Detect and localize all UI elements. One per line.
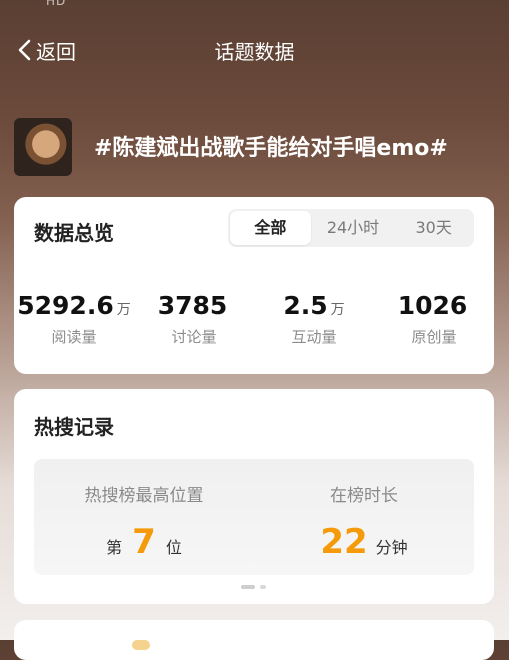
decorative-accent	[132, 640, 150, 650]
stat-label: 原创量	[411, 328, 457, 346]
page-title: 话题数据	[214, 40, 295, 64]
next-card-partial	[14, 620, 494, 660]
highest-position-label: 热搜榜最高位置	[84, 486, 204, 506]
overview-title: 数据总览	[34, 221, 114, 245]
highest-position-block: 热搜榜最高位置 第 7 位	[34, 481, 254, 562]
rank-prefix: 第	[106, 538, 123, 557]
pagination-dots	[241, 585, 266, 589]
status-hd-indicator: HD	[46, 0, 67, 8]
status-bar: HD	[0, 0, 509, 16]
top-navigation-bar: 返回 话题数据	[0, 28, 509, 72]
topic-avatar	[14, 118, 72, 176]
hot-search-title: 热搜记录	[34, 415, 114, 439]
stat-value: 5292.6	[17, 291, 114, 320]
stat-label: 讨论量	[171, 328, 217, 346]
stat-interactions: 2.5 万 互动量	[254, 291, 374, 347]
pagination-dot	[260, 585, 266, 589]
stat-label: 阅读量	[51, 328, 97, 346]
rank-suffix: 位	[165, 538, 182, 557]
tab-24-hours[interactable]: 24小时	[313, 211, 394, 245]
stat-reads: 5292.6 万 阅读量	[14, 291, 134, 347]
stat-originals: 1026 原创量	[374, 291, 494, 347]
duration-suffix: 分钟	[375, 538, 408, 557]
topic-header: #陈建斌出战歌手能给对手唱emo#	[14, 118, 494, 178]
pagination-dot-active	[241, 585, 255, 589]
hot-search-panel[interactable]: 热搜榜最高位置 第 7 位 在榜时长 22 分钟	[34, 459, 474, 575]
stat-unit: 万	[116, 302, 131, 318]
duration-block: 在榜时长 22 分钟	[254, 481, 474, 562]
stat-unit: 万	[330, 302, 345, 318]
stat-value: 1026	[397, 291, 468, 320]
duration-value: 22	[320, 522, 368, 562]
stat-value: 3785	[157, 291, 228, 320]
time-range-segmented-control: 全部 24小时 30天	[228, 209, 474, 247]
stat-discussions: 3785 讨论量	[134, 291, 254, 347]
topic-title: #陈建斌出战歌手能给对手唱emo#	[94, 136, 448, 161]
hot-search-card: 热搜记录 热搜榜最高位置 第 7 位 在榜时长 22 分钟	[14, 389, 494, 604]
stats-row: 5292.6 万 阅读量 3785 讨论量 2.5 万 互动量 1026 原创量	[14, 291, 494, 347]
duration-label: 在榜时长	[330, 486, 398, 506]
data-overview-card: 数据总览 全部 24小时 30天 5292.6 万 阅读量 3785 讨论量 2.…	[14, 197, 494, 374]
stat-label: 互动量	[291, 328, 337, 346]
tab-all[interactable]: 全部	[230, 211, 311, 245]
tab-30-days[interactable]: 30天	[393, 211, 474, 245]
stat-value: 2.5	[283, 291, 328, 320]
highest-position-value: 7	[132, 522, 156, 562]
